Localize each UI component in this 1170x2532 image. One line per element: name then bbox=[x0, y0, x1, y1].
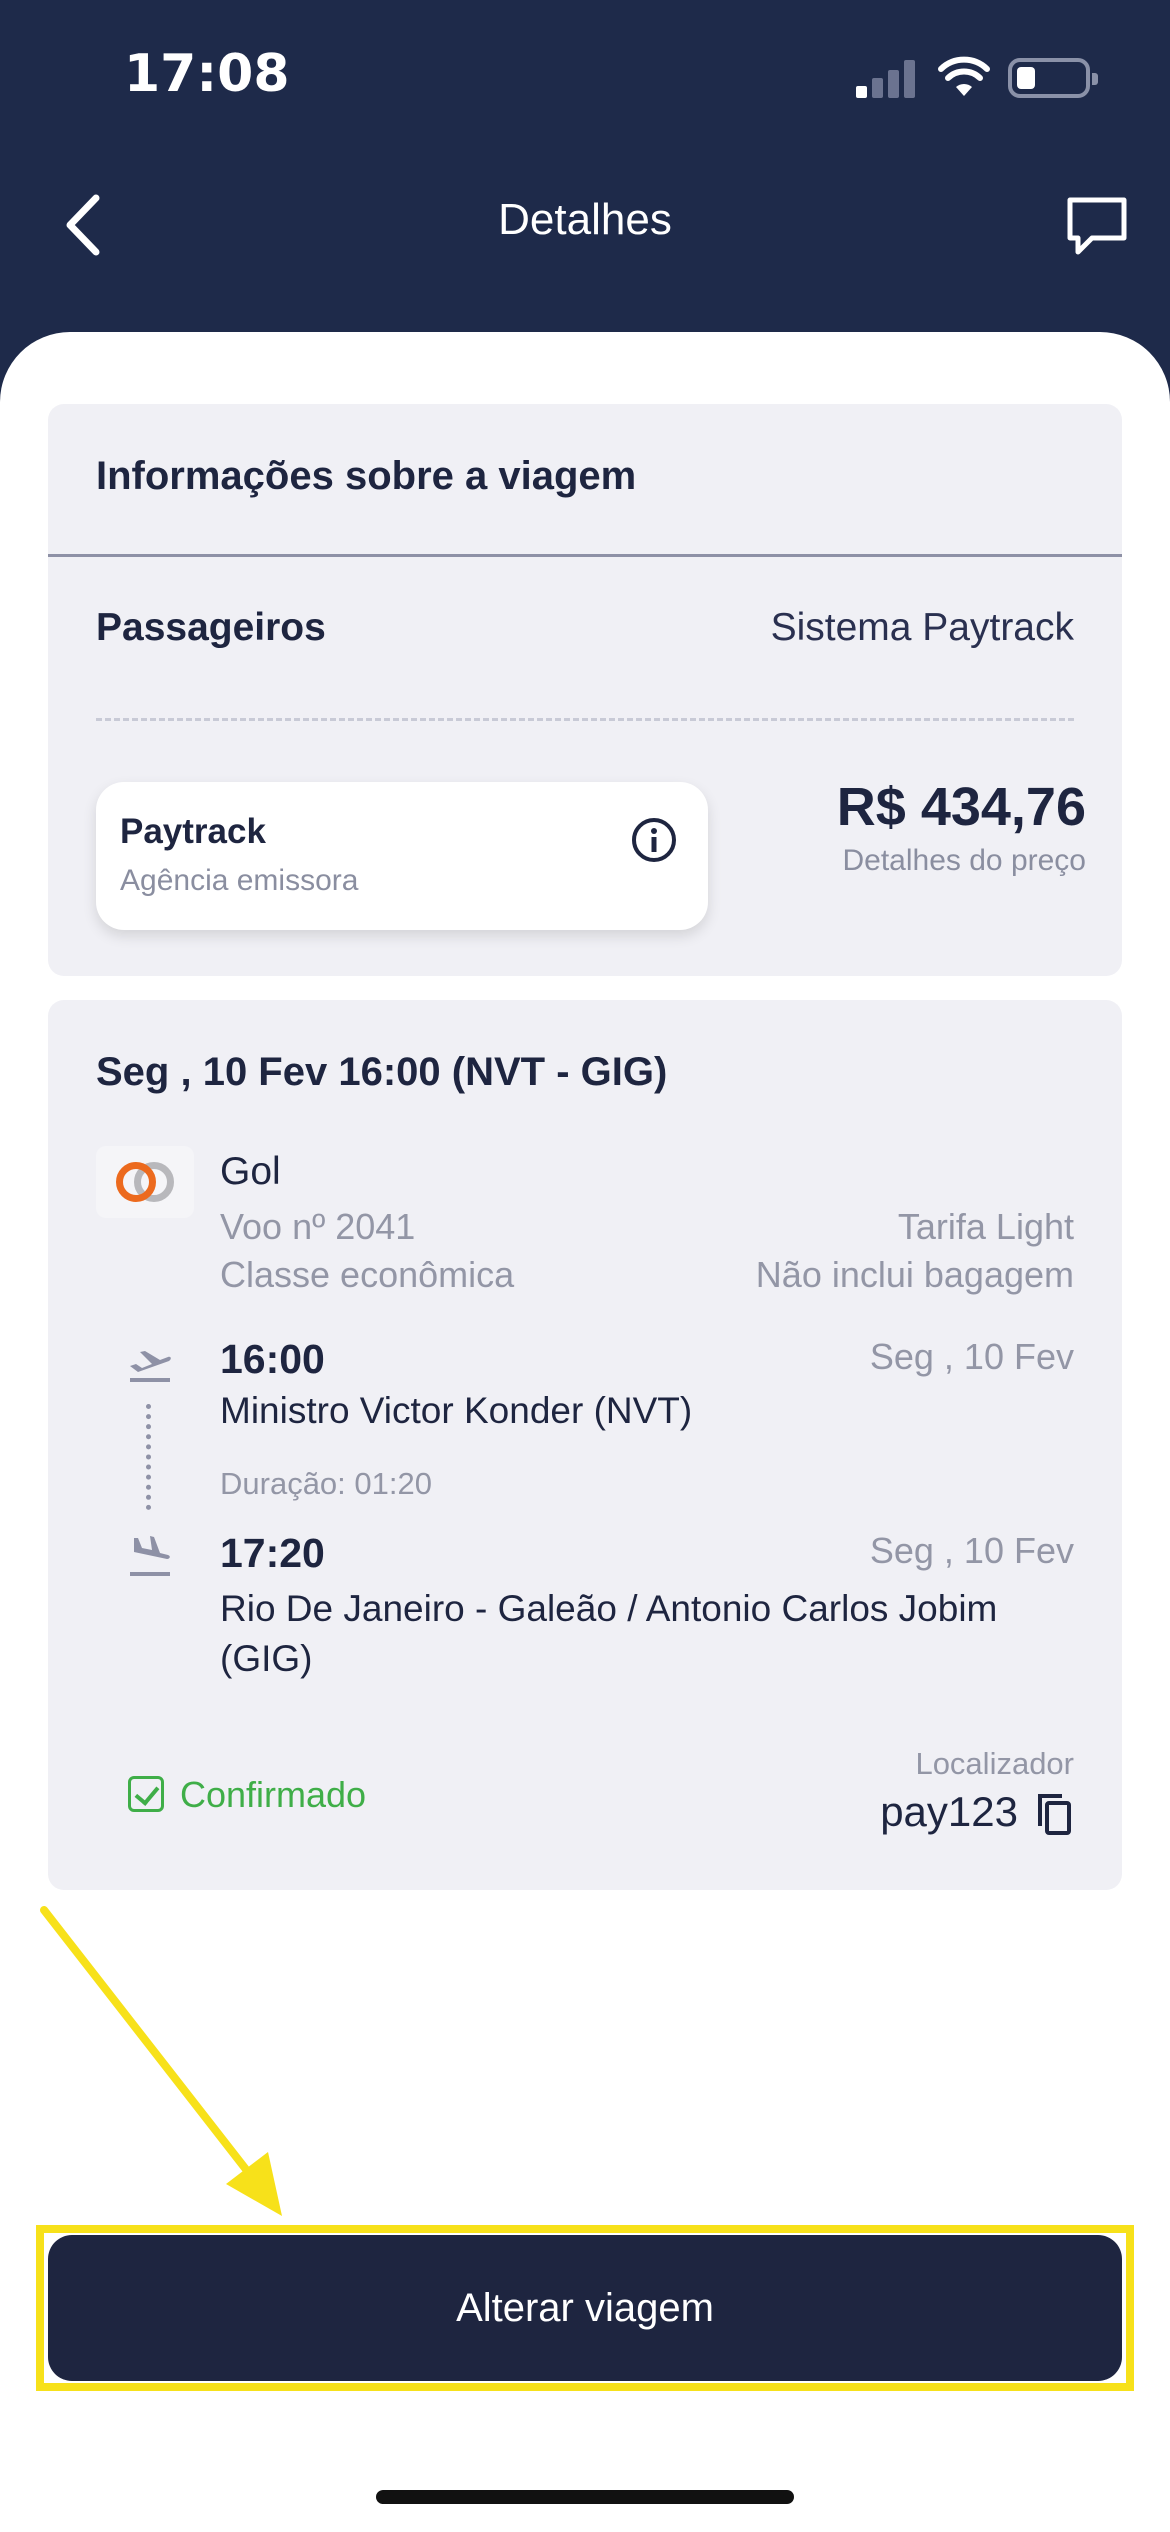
departure-date: Seg , 10 Fev bbox=[869, 1336, 1074, 1377]
fare-type: Tarifa Light bbox=[897, 1206, 1074, 1247]
home-indicator[interactable] bbox=[376, 2490, 794, 2504]
wifi-icon bbox=[938, 56, 990, 96]
passengers-value: Sistema Paytrack bbox=[770, 606, 1074, 649]
arrival-airport: Rio De Janeiro - Galeão / Antonio Carlos… bbox=[220, 1588, 998, 1679]
agency-box[interactable]: Paytrack Agência emissora bbox=[96, 782, 708, 930]
locator-value: pay123 bbox=[880, 1788, 1018, 1835]
passengers-label: Passageiros bbox=[96, 606, 326, 649]
arrival-date: Seg , 10 Fev bbox=[869, 1530, 1074, 1571]
dashed-divider bbox=[96, 718, 1074, 721]
annotation-arrow-icon bbox=[40, 1906, 282, 2216]
agency-name: Paytrack bbox=[120, 812, 266, 851]
airline-name: Gol bbox=[220, 1150, 281, 1193]
copy-icon[interactable] bbox=[1034, 1792, 1074, 1836]
page-title: Detalhes bbox=[498, 195, 672, 244]
price-details-link[interactable]: Detalhes do preço bbox=[843, 844, 1087, 878]
trip-info-title: Informações sobre a viagem bbox=[96, 454, 637, 498]
baggage-info: Não inclui bagagem bbox=[755, 1254, 1074, 1295]
flight-card: Seg , 10 Fev 16:00 (NVT - GIG) Gol Voo n… bbox=[48, 1000, 1122, 1890]
battery-icon bbox=[1008, 58, 1098, 98]
arrival-plane-icon bbox=[130, 1536, 170, 1576]
divider bbox=[48, 554, 1122, 557]
departure-airport: Ministro Victor Konder (NVT) bbox=[220, 1390, 693, 1431]
flight-number: Voo nº 2041 bbox=[220, 1206, 416, 1247]
trip-info-card: Informações sobre a viagem Passageiros S… bbox=[48, 404, 1122, 976]
trip-price: R$ 434,76 bbox=[836, 777, 1086, 837]
status-bar: 17:08 bbox=[0, 0, 1170, 150]
flight-duration: Duração: 01:20 bbox=[220, 1466, 432, 1501]
arrival-time: 17:20 bbox=[220, 1530, 325, 1576]
departure-time: 16:00 bbox=[220, 1336, 325, 1382]
locator-label: Localizador bbox=[915, 1746, 1074, 1781]
gol-logo-icon bbox=[96, 1146, 194, 1218]
booking-status: Confirmado bbox=[180, 1774, 367, 1815]
cellular-signal-icon bbox=[856, 58, 916, 98]
flight-header: Seg , 10 Fev 16:00 (NVT - GIG) bbox=[96, 1050, 668, 1094]
checkbox-checked-icon bbox=[128, 1776, 164, 1812]
agency-subtitle: Agência emissora bbox=[120, 864, 359, 897]
departure-plane-icon bbox=[130, 1351, 171, 1382]
status-time: 17:08 bbox=[124, 44, 290, 104]
change-trip-button[interactable]: Alterar viagem bbox=[48, 2235, 1122, 2381]
chat-icon[interactable] bbox=[1062, 192, 1132, 262]
route-dotted-line bbox=[146, 1404, 152, 1510]
info-icon[interactable] bbox=[630, 816, 678, 864]
cabin-class: Classe econômica bbox=[220, 1254, 515, 1295]
